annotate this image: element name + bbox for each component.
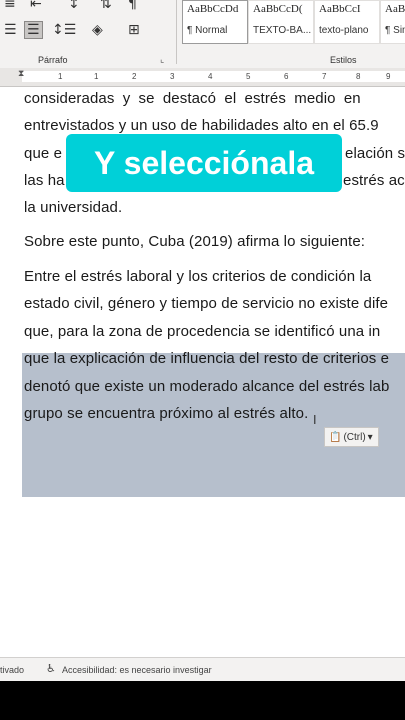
- doc-line: las ha: [24, 172, 65, 189]
- style-texto-plano[interactable]: AaBbCcI texto-plano: [314, 0, 380, 44]
- clipboard-icon: 📋: [329, 431, 342, 443]
- doc-line: consideradas y se destacó el estrés medi…: [24, 90, 361, 107]
- paste-options-label: (Ctrl): [343, 431, 366, 443]
- style-sample: AaB: [385, 3, 405, 15]
- line-spacing-icon[interactable]: ↕☰: [52, 22, 76, 38]
- sort-icon[interactable]: ↕: [68, 0, 80, 12]
- style-texto-base[interactable]: AaBbCcD( TEXTO-BA...: [248, 0, 314, 44]
- status-activation-text: tivado: [0, 665, 25, 675]
- doc-line-fragment: elación si: [345, 145, 405, 162]
- style-name: ¶ Sin: [385, 25, 405, 36]
- styles-gallery: AaBbCcDd ¶ Normal AaBbCcD( TEXTO-BA... A…: [182, 0, 405, 48]
- quote-line: estado civil, género y tiempo de servici…: [24, 295, 389, 312]
- ruler-number: 4: [208, 72, 213, 81]
- quote-line: que, para la zona de procedencia se iden…: [24, 323, 381, 340]
- borders-icon[interactable]: ⊞: [128, 22, 140, 38]
- style-sample: AaBbCcI: [319, 3, 361, 15]
- word-window: ≡ ⇤ ↕ ⇅ ¶ ☰ ☰ ↕☰ ◈ ⊞ Párrafo ⌞ AaBbCcDd …: [0, 0, 405, 720]
- style-sample: AaBbCcD(: [253, 3, 303, 15]
- ruler-number: 2: [132, 72, 137, 81]
- doc-line-fragment: estrés ac: [343, 172, 405, 189]
- ruler-number: 6: [284, 72, 289, 81]
- style-name: TEXTO-BA...: [253, 25, 312, 36]
- text-cursor-icon: I: [313, 413, 317, 427]
- doc-line: Sobre este punto, Cuba (2019) afirma lo …: [24, 233, 366, 250]
- style-name: ¶ Normal: [187, 25, 228, 36]
- indent-marker-icon[interactable]: ⧗: [18, 69, 24, 79]
- style-normal[interactable]: AaBbCcDd ¶ Normal: [182, 0, 248, 44]
- ruler-number: 3: [170, 72, 175, 81]
- quote-line: que la explicación de influencia del res…: [24, 350, 390, 367]
- ruler-strip: [22, 71, 405, 82]
- ruler-number: 7: [322, 72, 327, 81]
- indent-icon[interactable]: ⇤: [30, 0, 42, 12]
- status-bar: tivado ♿ Accesibilidad: es necesario inv…: [0, 657, 405, 682]
- quote-line: grupo se encuentra próximo al estrés alt…: [24, 405, 309, 422]
- video-caption: Y selecciónala: [66, 134, 342, 192]
- doc-line: que e: [24, 145, 63, 162]
- accessibility-icon[interactable]: ♿: [46, 662, 56, 675]
- list-icon[interactable]: ≡: [4, 0, 16, 12]
- styles-group-label: Estilos: [330, 55, 357, 65]
- bottom-bar: [0, 681, 405, 720]
- ruler-number: 9: [386, 72, 391, 81]
- quote-line: Entre el estrés laboral y los criterios …: [24, 268, 372, 285]
- paste-options-button[interactable]: 📋 (Ctrl) ▾: [324, 427, 379, 447]
- ruler-number: 8: [356, 72, 361, 81]
- justify-icon[interactable]: ☰: [24, 21, 43, 39]
- ribbon: ≡ ⇤ ↕ ⇅ ¶ ☰ ☰ ↕☰ ◈ ⊞ Párrafo ⌞ AaBbCcDd …: [0, 0, 405, 69]
- style-name: texto-plano: [319, 25, 369, 36]
- chevron-down-icon: ▾: [367, 431, 373, 443]
- ruler-number: 1: [58, 72, 63, 81]
- doc-line: entrevistados y un uso de habilidades al…: [24, 117, 379, 134]
- quote-line: denotó que existe un moderado alcance de…: [24, 378, 390, 395]
- accessibility-status[interactable]: Accesibilidad: es necesario investigar: [62, 665, 212, 675]
- ruler-number: 1: [94, 72, 99, 81]
- horizontal-ruler[interactable]: ⧗ 1 1 2 3 4 5 6 7 8 9: [0, 68, 405, 87]
- text-selection: [22, 353, 405, 497]
- ribbon-divider: [176, 0, 177, 64]
- pilcrow-icon[interactable]: ¶: [128, 0, 137, 12]
- align-right-icon[interactable]: ☰: [4, 22, 17, 38]
- sort-az-icon[interactable]: ⇅: [100, 0, 112, 12]
- style-sin-espaciado[interactable]: AaB ¶ Sin: [380, 0, 405, 44]
- style-sample: AaBbCcDd: [187, 3, 239, 15]
- doc-line: la universidad.: [24, 199, 123, 216]
- dialog-launcher-icon[interactable]: ⌞: [160, 55, 164, 65]
- shading-icon[interactable]: ◈: [92, 22, 103, 38]
- paragraph-group-label: Párrafo: [38, 55, 68, 65]
- ruler-number: 5: [246, 72, 251, 81]
